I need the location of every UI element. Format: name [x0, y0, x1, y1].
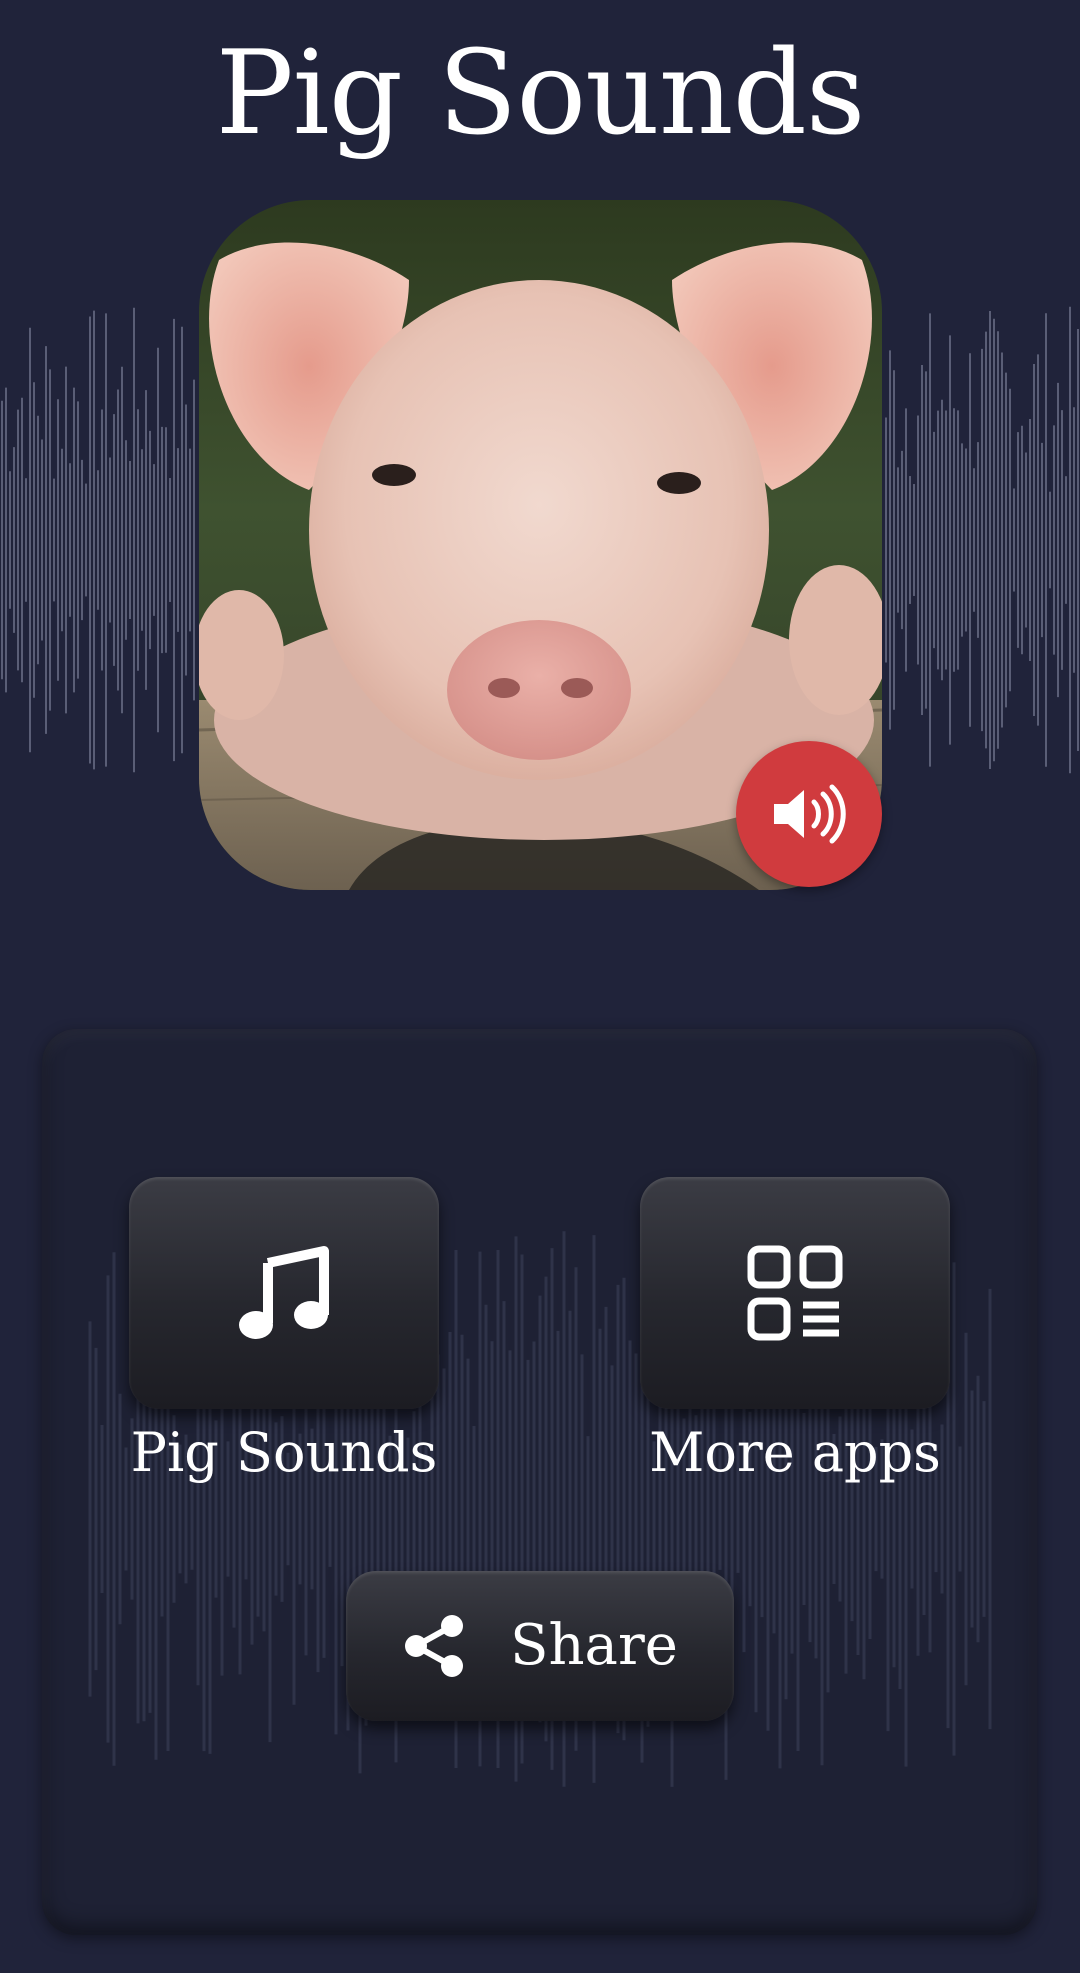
music-note-icon	[239, 1246, 329, 1339]
speaker-volume-icon[interactable]	[736, 741, 882, 887]
more-apps-label: More apps	[649, 1421, 941, 1484]
more-apps-button[interactable]	[640, 1177, 950, 1409]
pig-sounds-button[interactable]	[129, 1177, 439, 1409]
share-label: Share	[510, 1613, 678, 1678]
share-button[interactable]: Share	[346, 1571, 734, 1721]
share-icon	[405, 1615, 464, 1677]
app-screen: Pig Sounds Pig Sounds More apps Share	[0, 0, 1080, 1973]
page-title: Pig Sounds	[215, 26, 866, 161]
apps-grid-icon	[747, 1245, 843, 1341]
pig-sounds-label: Pig Sounds	[130, 1421, 438, 1484]
